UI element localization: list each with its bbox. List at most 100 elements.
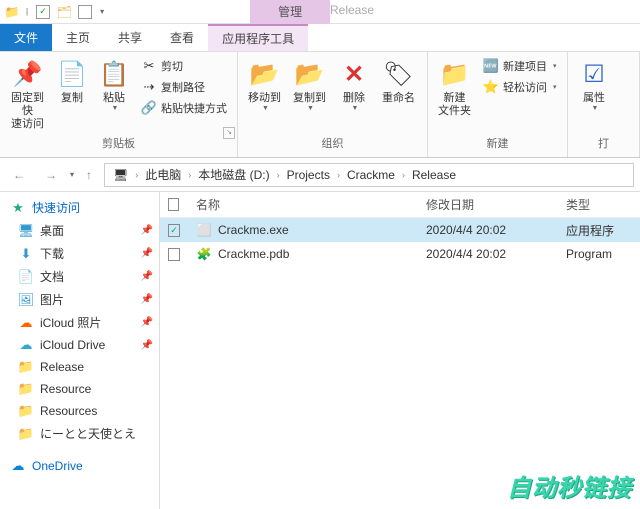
star-icon: ★ [10, 200, 26, 216]
tab-view[interactable]: 查看 [156, 24, 208, 51]
sidebar-item-documents[interactable]: 📄文档📌 [0, 265, 159, 288]
pin-icon: 📌 [141, 317, 153, 328]
file-row[interactable]: 🧩Crackme.pdb2020/4/4 20:02Program [160, 242, 640, 266]
dialog-launcher-clipboard[interactable]: ↘ [223, 127, 235, 139]
sidebar-item-pictures[interactable]: 🖼图片📌 [0, 288, 159, 311]
app-icon: 📁 [4, 4, 20, 20]
group-new: 📁 新建 文件夹 🆕新建项目▾ ⭐轻松访问▾ 新建 [428, 52, 568, 157]
sb-label: Resources [40, 404, 97, 418]
qat-dropdown[interactable]: ▾ [98, 7, 106, 16]
new-folder-button[interactable]: 📁 新建 文件夹 [434, 56, 475, 120]
easyaccess-label: 轻松访问 [503, 79, 547, 95]
bc-release[interactable]: Release [408, 168, 460, 182]
sidebar-item-release[interactable]: 📁 Release [0, 356, 159, 378]
tab-home[interactable]: 主页 [52, 24, 104, 51]
moveto-icon: 📂 [249, 58, 281, 90]
download-icon: ⬇ [18, 246, 34, 262]
qat-checkbox-1[interactable]: ✓ [36, 5, 50, 19]
bc-crackme[interactable]: Crackme [343, 168, 399, 182]
chevron-down-icon: ▼ [307, 105, 314, 112]
qat-folder-icon[interactable]: 🗂 [56, 4, 72, 20]
bc-pc[interactable]: 此电脑 [141, 166, 185, 183]
contextual-tab-label: 管理 [250, 0, 330, 24]
move-to-button[interactable]: 📂 移动到▼ [244, 56, 285, 114]
folder-icon: 📁 [18, 403, 34, 419]
forward-button[interactable]: → [38, 162, 64, 188]
file-name: Crackme.exe [218, 223, 289, 237]
bc-drive[interactable]: 本地磁盘 (D:) [194, 166, 273, 183]
sidebar-onedrive[interactable]: ☁OneDrive [0, 455, 159, 477]
pin-icon: 📌 [12, 58, 44, 90]
tab-file[interactable]: 文件 [0, 24, 52, 51]
pin-label: 固定到快 速访问 [10, 92, 45, 131]
paste-shortcut-label: 粘贴快捷方式 [161, 100, 227, 116]
qat-separator: | [24, 7, 30, 16]
column-header-date[interactable]: 修改日期 [418, 192, 558, 217]
sb-label: iCloud 照片 [40, 314, 101, 331]
column-header-type[interactable]: 类型 [558, 192, 640, 217]
chevron-down-icon: ▾ [553, 62, 557, 70]
group-label-clipboard: 剪贴板 [6, 133, 231, 153]
tab-share[interactable]: 共享 [104, 24, 156, 51]
breadcrumb[interactable]: 🖥› 此电脑› 本地磁盘 (D:)› Projects› Crackme› Re… [104, 163, 634, 187]
folder-icon: 📁 [18, 359, 34, 375]
qat-checkbox-2[interactable] [78, 5, 92, 19]
column-header-row: 名称 修改日期 类型 [160, 192, 640, 218]
easy-access-button[interactable]: ⭐轻松访问▾ [479, 77, 561, 97]
back-button[interactable]: ← [6, 162, 32, 188]
icloud-drive-icon: ☁ [18, 337, 34, 353]
scissors-icon: ✂ [141, 58, 157, 74]
copy-label: 复制 [61, 92, 83, 105]
moveto-label: 移动到 [248, 92, 281, 105]
properties-button[interactable]: ☑ 属性▼ [574, 56, 614, 114]
select-all-checkbox[interactable] [168, 198, 179, 211]
new-item-button[interactable]: 🆕新建项目▾ [479, 56, 561, 76]
rename-button[interactable]: 🏷 重命名 [378, 56, 419, 114]
group-label-new: 新建 [434, 133, 561, 153]
newfolder-label: 新建 文件夹 [438, 92, 471, 118]
sidebar-item-icloud-drive[interactable]: ☁iCloud Drive📌 [0, 334, 159, 356]
group-open: ☑ 属性▼ 打 [568, 52, 640, 157]
sidebar-item-downloads[interactable]: ⬇下载📌 [0, 242, 159, 265]
sidebar-item-icloud-photos[interactable]: ☁iCloud 照片📌 [0, 311, 159, 334]
cut-button[interactable]: ✂剪切 [137, 56, 231, 76]
paste-shortcut-button[interactable]: 🔗粘贴快捷方式 [137, 98, 231, 118]
file-row[interactable]: ✓⬜Crackme.exe2020/4/4 20:02应用程序 [160, 218, 640, 242]
row-checkbox[interactable]: ✓ [168, 224, 180, 237]
sidebar-item-jp[interactable]: 📁にーとと天使とえ [0, 422, 159, 445]
sidebar-quick-access[interactable]: ★快速访问 [0, 196, 159, 219]
copy-to-button[interactable]: 📂 复制到▼ [289, 56, 330, 114]
desktop-icon: 🖥 [18, 223, 34, 239]
sb-label: 图片 [40, 291, 64, 308]
chevron-down-icon: ▼ [112, 105, 119, 112]
chevron-down-icon: ▾ [553, 83, 557, 91]
sidebar-item-desktop[interactable]: 🖥桌面📌 [0, 219, 159, 242]
sidebar-item-resource[interactable]: 📁Resource [0, 378, 159, 400]
ribbon-tabs: 文件 主页 共享 查看 应用程序工具 [0, 24, 640, 52]
copy-button[interactable]: 📄 复制 [53, 56, 91, 133]
group-clipboard: 📌 固定到快 速访问 📄 复制 📋 粘贴 ▼ ✂剪切 ⇢复制路径 🔗粘贴快捷方式… [0, 52, 238, 157]
copy-path-button[interactable]: ⇢复制路径 [137, 77, 231, 97]
bc-sep: › [334, 170, 343, 180]
address-bar-row: ← → ▾ ↑ 🖥› 此电脑› 本地磁盘 (D:)› Projects› Cra… [0, 158, 640, 192]
navigation-pane: ★快速访问 🖥桌面📌 ⬇下载📌 📄文档📌 🖼图片📌 ☁ iCloud 照片 📌 ☁i… [0, 192, 160, 509]
sb-label: Release [40, 360, 84, 374]
pin-icon: 📌 [141, 340, 153, 351]
window-title: Release [330, 3, 374, 17]
bc-sep: › [185, 170, 194, 180]
paste-button[interactable]: 📋 粘贴 ▼ [95, 56, 133, 133]
document-icon: 📄 [18, 269, 34, 285]
bc-root-icon[interactable]: 🖥 [109, 168, 132, 182]
chevron-down-icon: ▼ [592, 105, 599, 112]
bc-projects[interactable]: Projects [283, 168, 334, 182]
column-header-name[interactable]: 名称 [188, 192, 418, 217]
tab-app-tools[interactable]: 应用程序工具 [208, 24, 308, 51]
column-header-checkbox[interactable] [160, 192, 188, 217]
sidebar-item-resources[interactable]: 📁 Resources [0, 400, 159, 422]
history-dropdown[interactable]: ▾ [70, 170, 74, 179]
row-checkbox[interactable] [168, 248, 180, 261]
file-type: 应用程序 [558, 218, 640, 242]
delete-button[interactable]: ✕ 删除▼ [334, 56, 374, 114]
pin-quick-access-button[interactable]: 📌 固定到快 速访问 [6, 56, 49, 133]
up-button[interactable]: ↑ [80, 162, 98, 188]
